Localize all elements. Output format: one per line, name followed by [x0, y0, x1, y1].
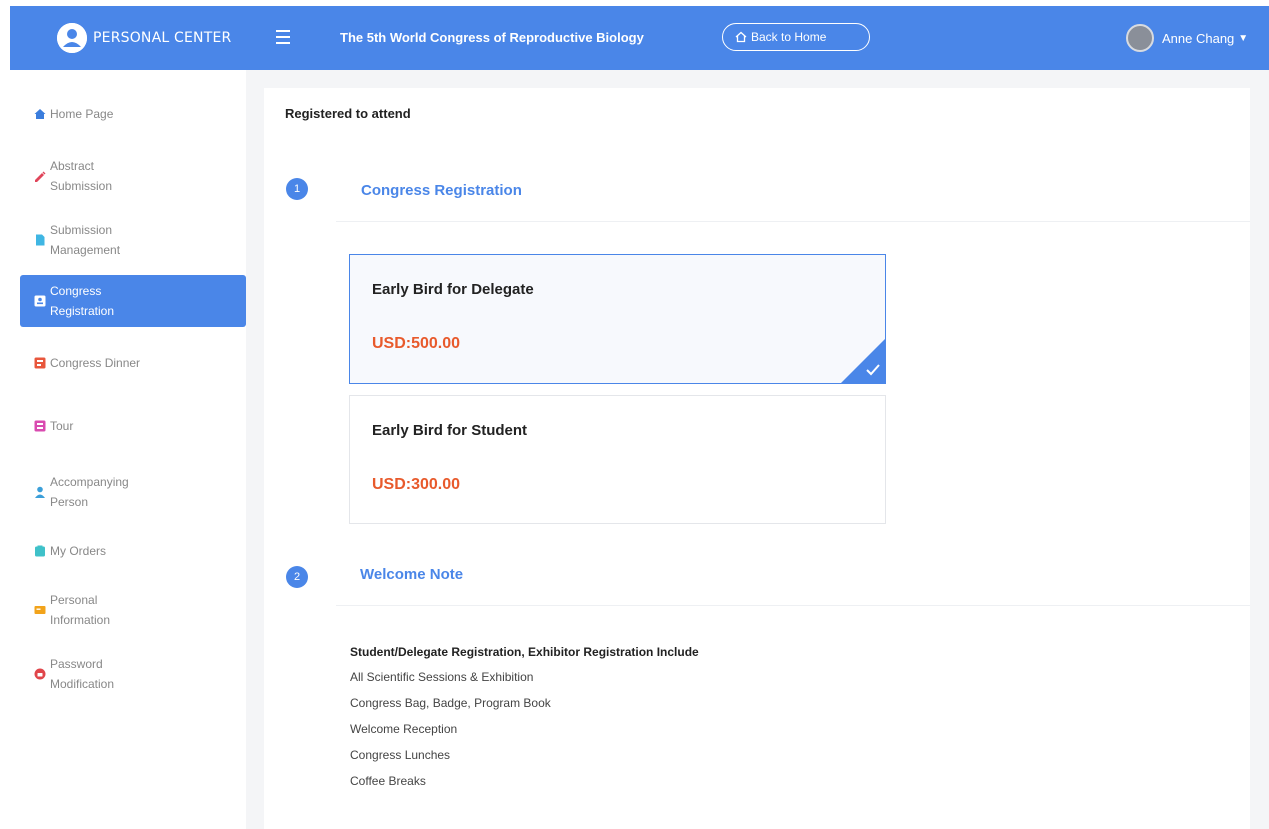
sidebar-item-congress-registration[interactable]: Congress Registration	[20, 275, 246, 327]
sidebar-item-label: Abstract Submission	[50, 159, 113, 193]
sidebar-item-label: Password Modification	[50, 657, 115, 691]
option-name: Early Bird for Student	[372, 422, 528, 439]
sidebar-item-label: Congress Dinner	[50, 356, 141, 370]
option-price: USD:500.00	[372, 335, 461, 352]
top-header: Personal Center The 5th World Congress o…	[10, 6, 1269, 70]
sidebar-item-label: Tour	[50, 419, 74, 433]
note-list: All Scientific Sessions & Exhibition Con…	[350, 669, 551, 799]
orders-icon	[35, 545, 45, 557]
sidebar-item-label: Congress Registration	[50, 284, 115, 318]
sidebar-item-abstract-submission[interactable]: Abstract Submission	[20, 154, 246, 198]
menu-toggle-icon[interactable]	[276, 30, 290, 44]
list-item: Coffee Breaks	[350, 774, 426, 788]
home-icon	[34, 109, 46, 119]
user-menu[interactable]: Anne Chang ▼	[1126, 22, 1248, 54]
pen-icon	[35, 171, 46, 182]
sidebar: Home Page Abstract Submission Submission…	[10, 70, 246, 829]
sidebar-item-home-page[interactable]: Home Page	[20, 103, 246, 125]
step-title-welcome-note: Welcome Note	[360, 566, 464, 583]
step-number-badge: 1	[286, 178, 308, 200]
sidebar-item-submission-management[interactable]: Submission Management	[20, 218, 246, 262]
option-name: Early Bird for Delegate	[372, 281, 534, 298]
sidebar-item-label: Accompanying Person	[50, 475, 129, 509]
sidebar-item-accompanying-person[interactable]: Accompanying Person	[20, 470, 246, 514]
registration-option-student[interactable]: Early Bird for Student USD:300.00	[349, 395, 886, 524]
divider	[336, 221, 1250, 222]
sidebar-item-my-orders[interactable]: My Orders	[20, 540, 246, 562]
back-to-home-label: Back to Home	[751, 30, 827, 44]
event-title: The 5th World Congress of Reproductive B…	[340, 30, 644, 45]
list-item: Congress Lunches	[350, 748, 451, 762]
sidebar-item-label: My Orders	[50, 544, 107, 558]
list-item: All Scientific Sessions & Exhibition	[350, 670, 534, 684]
list-item: Congress Bag, Badge, Program Book	[350, 696, 551, 710]
sidebar-item-label: Submission Management	[50, 223, 121, 257]
caret-down-icon: ▼	[1238, 32, 1249, 44]
list-item: Welcome Reception	[350, 722, 458, 736]
checkmark-icon	[866, 364, 880, 376]
page-title: Registered to attend	[285, 106, 411, 121]
id-card-icon	[34, 295, 46, 307]
info-card-icon	[34, 606, 46, 614]
option-price: USD:300.00	[372, 476, 461, 493]
person-icon	[35, 486, 45, 498]
lock-icon	[34, 668, 46, 680]
back-to-home-button[interactable]: Back to Home	[722, 23, 870, 51]
registration-option-delegate[interactable]: Early Bird for Delegate USD:500.00	[349, 254, 886, 384]
note-heading: Student/Delegate Registration, Exhibitor…	[350, 645, 699, 659]
sidebar-item-tour[interactable]: Tour	[20, 415, 246, 437]
user-logo-icon	[57, 23, 87, 53]
brand-title: Personal Center	[93, 30, 232, 46]
avatar	[1126, 24, 1154, 52]
sidebar-item-personal-information[interactable]: Personal Information	[20, 588, 246, 632]
sidebar-item-label: Personal Information	[50, 593, 111, 627]
brand[interactable]: Personal Center	[57, 22, 231, 54]
home-outline-icon	[735, 31, 747, 43]
step-number-badge: 2	[286, 566, 308, 588]
sidebar-item-congress-dinner[interactable]: Congress Dinner	[20, 352, 246, 374]
tour-icon	[34, 420, 46, 432]
step-title-congress-registration: Congress Registration	[361, 182, 522, 199]
sidebar-item-label: Home Page	[50, 107, 114, 121]
document-icon	[36, 234, 45, 246]
user-name: Anne Chang	[1162, 30, 1235, 46]
sidebar-item-password-modification[interactable]: Password Modification	[20, 652, 246, 696]
divider	[336, 605, 1250, 606]
dinner-icon	[34, 357, 46, 369]
